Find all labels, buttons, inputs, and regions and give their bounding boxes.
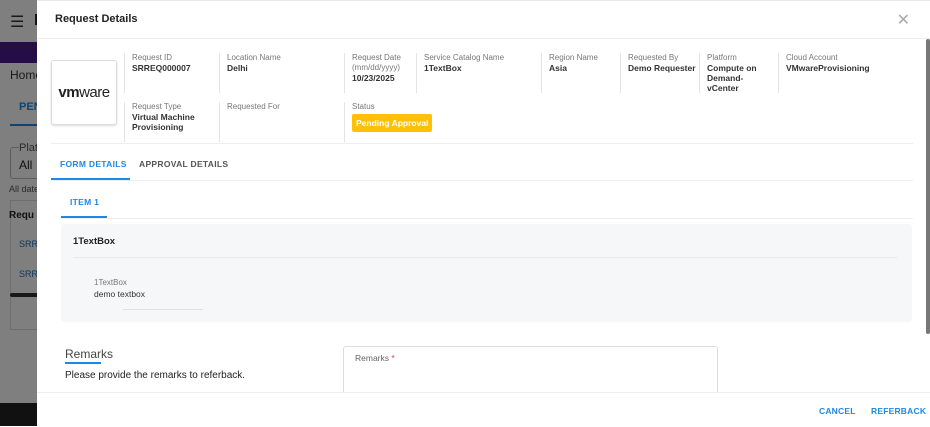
divider [51,143,913,144]
dialog-footer: CANCEL REFERBACK [37,392,930,427]
dialog-header: Request Details ✕ [37,1,930,39]
divider [73,257,897,258]
status-badge: Pending Approval [352,114,433,132]
field-region: Region Name Asia [541,53,598,93]
vmware-logo: vm ware [51,60,117,125]
active-tab-indicator [51,178,130,180]
field-platform: Platform Compute on Demand-vCenter [699,53,771,93]
field-request-date: Request Date (mm/dd/yyyy) 10/23/2025 [344,53,416,93]
remarks-heading: Remarks [65,347,114,361]
field-location: Location Name Delhi [219,53,281,93]
remarks-input-label: Remarks [355,353,390,363]
remarks-heading-underline [65,362,101,364]
panel-title: 1TextBox [73,236,116,247]
remarks-instruction: Please provide the remarks to referback. [65,370,246,381]
referback-button[interactable]: REFERBACK [871,406,926,416]
field-requested-by: Requested By Demo Requester [620,53,696,93]
tab-form-details[interactable]: FORM DETAILS [60,159,127,169]
field-catalog: Service Catalog Name 1TextBox [416,53,504,93]
tab-approval-details[interactable]: APPROVAL DETAILS [139,159,228,169]
field-requested-for: Requested For [219,102,280,142]
field-label: 1TextBox [94,278,127,287]
detail-tabs: FORM DETAILS APPROVAL DETAILS [51,151,913,181]
field-cloud-account: Cloud Account VMwareProvisioning [778,53,870,93]
required-mark: * [391,353,395,363]
field-underline [123,309,203,310]
field-value: demo textbox [94,289,146,299]
item-tabs: ITEM 1 [61,189,913,219]
dialog-title: Request Details [55,13,138,25]
field-request-type: Request Type Virtual Machine Provisioning [124,102,209,142]
field-status: Status Pending Approval [344,102,433,142]
request-details-dialog: Request Details ✕ vm ware Request ID SRREQ… [37,0,930,427]
vertical-scrollbar[interactable] [926,39,930,334]
cancel-button[interactable]: CANCEL [819,406,856,416]
close-icon[interactable]: ✕ [897,10,910,30]
field-request-id: Request ID SRREQ000007 [124,53,191,93]
form-panel: 1TextBox 1TextBox demo textbox [61,224,912,322]
tab-item-1[interactable]: ITEM 1 [70,197,99,207]
active-item-tab-indicator [61,216,107,218]
